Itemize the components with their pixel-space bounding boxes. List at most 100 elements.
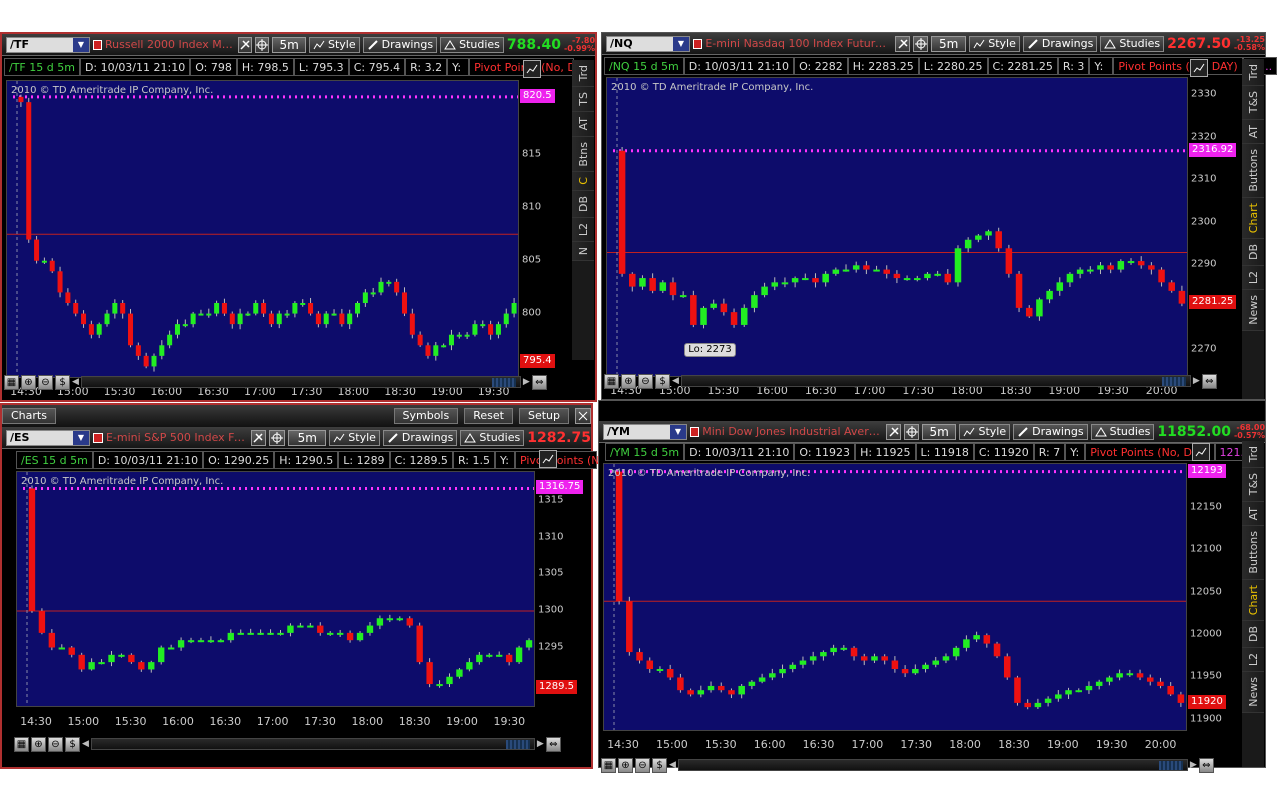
price-icon[interactable]: $ — [652, 757, 667, 773]
side-tab-c[interactable]: C — [572, 172, 594, 191]
studies-button[interactable]: Studies — [1090, 423, 1155, 440]
symbol-selector[interactable]: /NQ ▼ — [606, 35, 690, 52]
tools-icon[interactable] — [886, 423, 902, 440]
symbol-selector[interactable]: /ES ▼ — [6, 429, 90, 446]
side-tab-db[interactable]: DB — [572, 190, 594, 218]
scrollbar-thumb[interactable] — [491, 378, 516, 387]
crosshair-icon[interactable] — [904, 423, 919, 440]
tools-icon[interactable] — [237, 36, 253, 53]
tools-icon[interactable] — [895, 35, 911, 52]
symbol-field[interactable]: /ES — [7, 431, 73, 444]
drawings-button[interactable]: Drawings — [1013, 423, 1088, 440]
scrollbar-thumb[interactable] — [505, 740, 530, 749]
side-tab-trd[interactable]: Trd — [572, 60, 594, 88]
chevron-down-icon[interactable]: ▼ — [73, 37, 89, 52]
side-tab-at[interactable]: AT — [572, 112, 594, 137]
interval-button[interactable]: 5m — [931, 35, 967, 52]
scroll-right-icon[interactable]: ▶ — [1193, 376, 1200, 386]
side-tab-buttons[interactable]: Buttons — [1242, 144, 1264, 198]
side-tab-chart[interactable]: Chart — [1242, 197, 1264, 239]
scroll-left-icon[interactable]: ◀ — [82, 739, 89, 749]
crosshair-icon[interactable] — [269, 429, 286, 446]
price-icon[interactable]: $ — [55, 374, 70, 390]
grid-icon[interactable]: ▦ — [4, 374, 19, 390]
expand-icon[interactable]: ⇔ — [1201, 373, 1217, 389]
symbol-field[interactable]: /NQ — [607, 37, 673, 50]
interval-button[interactable]: 5m — [288, 429, 327, 446]
scroll-right-icon[interactable]: ▶ — [523, 377, 530, 387]
interval-button[interactable]: 5m — [921, 423, 957, 440]
studies-button[interactable]: Studies — [440, 36, 504, 53]
candlestick-plot[interactable]: 2010 © TD Ameritrade IP Company, Inc. — [603, 463, 1187, 731]
style-button[interactable]: Style — [959, 423, 1011, 440]
studies-button[interactable]: Studies — [1100, 35, 1165, 52]
candlestick-plot[interactable]: 2010 © TD Ameritrade IP Company, Inc. — [6, 80, 519, 378]
side-tab-news[interactable]: News — [1242, 290, 1264, 331]
side-tab-buttons[interactable]: Buttons — [1242, 526, 1264, 580]
scroll-left-icon[interactable]: ◀ — [672, 376, 679, 386]
symbol-field[interactable]: /YM — [604, 425, 670, 438]
setup-button[interactable]: Setup — [518, 408, 569, 424]
chevron-down-icon[interactable]: ▼ — [73, 430, 89, 445]
grid-icon[interactable]: ▦ — [601, 757, 616, 773]
chevron-down-icon[interactable]: ▼ — [673, 36, 689, 51]
close-icon[interactable] — [575, 408, 591, 424]
interval-button[interactable]: 5m — [272, 36, 306, 53]
scroll-left-icon[interactable]: ◀ — [72, 377, 79, 387]
zoom-in-icon[interactable]: ⊕ — [21, 374, 36, 390]
crosshair-icon[interactable] — [913, 35, 929, 52]
style-button[interactable]: Style — [969, 35, 1020, 52]
symbol-selector[interactable]: /YM ▼ — [603, 423, 687, 440]
drawings-button[interactable]: Drawings — [1022, 35, 1098, 52]
chart-settings-icon[interactable] — [523, 60, 541, 78]
expand-icon[interactable]: ⇔ — [531, 374, 547, 390]
chevron-down-icon[interactable]: ▼ — [670, 424, 686, 439]
scrollbar-thumb[interactable] — [1158, 761, 1183, 770]
charts-tab[interactable]: Charts — [2, 408, 56, 424]
time-scrollbar[interactable] — [680, 375, 1191, 387]
candlestick-plot[interactable]: 2010 © TD Ameritrade IP Company, Inc. — [16, 471, 535, 707]
scrollbar-thumb[interactable] — [1161, 377, 1186, 386]
side-tab-at[interactable]: AT — [1242, 501, 1264, 527]
chart-settings-icon[interactable] — [539, 450, 557, 468]
zoom-out-icon[interactable]: ⊖ — [48, 736, 63, 752]
time-scrollbar[interactable] — [677, 759, 1188, 771]
expand-icon[interactable]: ⇔ — [545, 736, 561, 752]
style-button[interactable]: Style — [329, 429, 380, 446]
zoom-in-icon[interactable]: ⊕ — [618, 757, 633, 773]
side-tab-ts[interactable]: T&S — [1242, 86, 1264, 120]
side-tab-chart[interactable]: Chart — [1242, 579, 1264, 621]
symbol-selector[interactable]: /TF ▼ — [6, 36, 90, 53]
price-icon[interactable]: $ — [65, 736, 80, 752]
crosshair-icon[interactable] — [255, 36, 270, 53]
scroll-right-icon[interactable]: ▶ — [537, 739, 544, 749]
zoom-out-icon[interactable]: ⊖ — [635, 757, 650, 773]
side-tab-l2[interactable]: L2 — [1242, 265, 1264, 291]
scroll-right-icon[interactable]: ▶ — [1190, 760, 1197, 770]
grid-icon[interactable]: ▦ — [14, 736, 29, 752]
expand-icon[interactable]: ⇔ — [1198, 757, 1214, 773]
side-tab-ts[interactable]: TS — [572, 87, 594, 113]
side-tab-trd[interactable]: Trd — [1242, 59, 1264, 87]
zoom-out-icon[interactable]: ⊖ — [38, 374, 53, 390]
time-scrollbar[interactable] — [90, 738, 535, 750]
chart-settings-icon[interactable] — [1192, 443, 1210, 461]
style-button[interactable]: Style — [308, 36, 360, 53]
studies-button[interactable]: Studies — [460, 429, 525, 446]
tools-icon[interactable] — [250, 429, 267, 446]
zoom-out-icon[interactable]: ⊖ — [638, 373, 653, 389]
side-tab-btns[interactable]: Btns — [572, 136, 594, 173]
side-tab-l2[interactable]: L2 — [1242, 647, 1264, 673]
drawings-button[interactable]: Drawings — [382, 429, 458, 446]
side-tab-n[interactable]: N — [572, 241, 594, 262]
symbols-button[interactable]: Symbols — [393, 408, 459, 424]
side-tab-news[interactable]: News — [1242, 672, 1264, 713]
side-tab-db[interactable]: DB — [1242, 620, 1264, 648]
time-scrollbar[interactable] — [80, 376, 521, 388]
zoom-in-icon[interactable]: ⊕ — [621, 373, 636, 389]
reset-button[interactable]: Reset — [464, 408, 513, 424]
drawings-button[interactable]: Drawings — [362, 36, 438, 53]
chart-settings-icon[interactable] — [1190, 59, 1208, 77]
symbol-field[interactable]: /TF — [7, 38, 73, 51]
zoom-in-icon[interactable]: ⊕ — [31, 736, 46, 752]
